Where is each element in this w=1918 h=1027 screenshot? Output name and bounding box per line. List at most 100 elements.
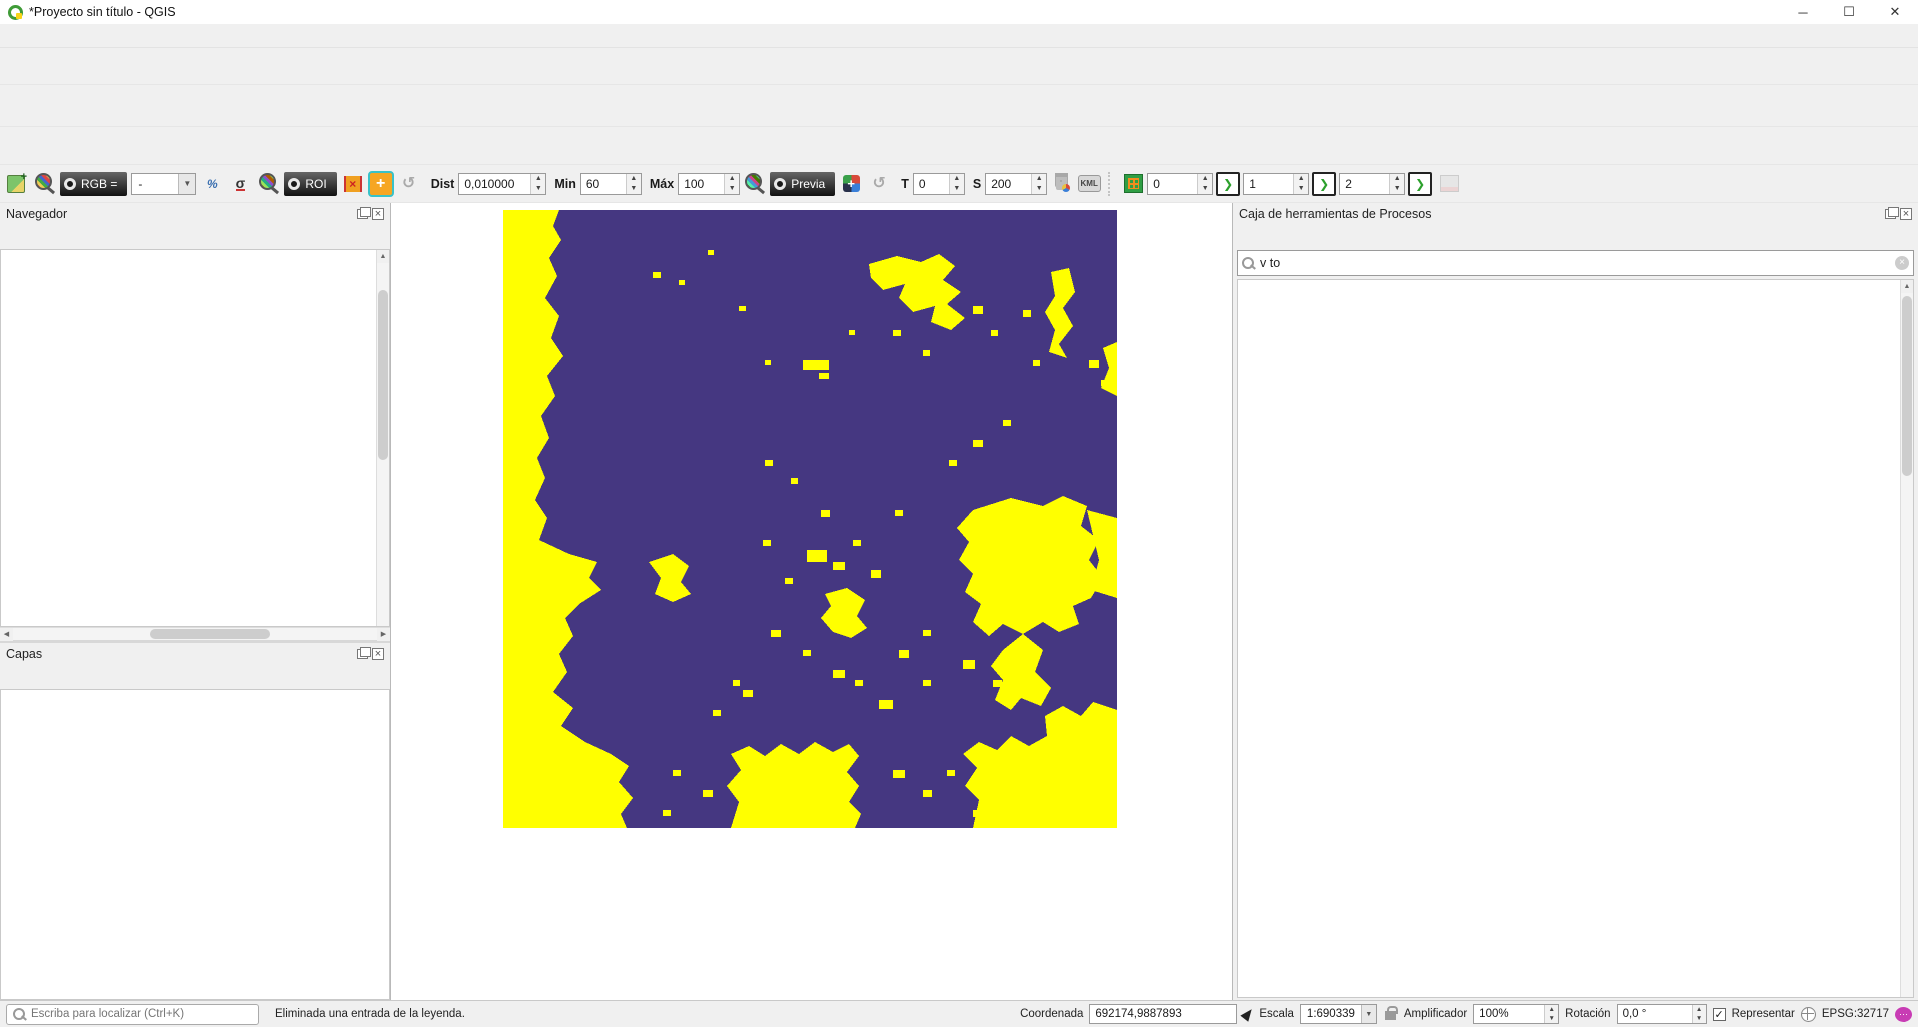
close-panel-icon[interactable]: × bbox=[1900, 208, 1912, 220]
crs-globe-icon[interactable] bbox=[1801, 1007, 1816, 1022]
scrollbar-thumb[interactable] bbox=[1902, 296, 1912, 476]
rotation-spinbox[interactable]: 0,0 °▲▼ bbox=[1617, 1004, 1707, 1024]
toolbar-separator bbox=[1108, 172, 1116, 196]
scp-roi-dot-icon bbox=[288, 178, 300, 190]
lock-scale-icon[interactable] bbox=[1385, 1011, 1396, 1020]
scp-previa-dot-icon bbox=[774, 178, 786, 190]
processing-vertical-scrollbar[interactable]: ▲ bbox=[1900, 280, 1913, 997]
scp-dist-spinbox[interactable]: 0,010000▲▼ bbox=[458, 173, 546, 195]
scp-bandset-grid-icon[interactable] bbox=[1120, 171, 1146, 196]
scp-kml-export-icon[interactable] bbox=[1076, 171, 1102, 196]
browser-toolbar bbox=[0, 225, 390, 249]
scp-add-roi-button[interactable]: + bbox=[368, 171, 394, 197]
scp-zoom-plus-icon[interactable] bbox=[255, 171, 281, 196]
status-message: Eliminada una entrada de la leyenda. bbox=[275, 1008, 1014, 1020]
float-panel-icon[interactable] bbox=[1885, 209, 1896, 219]
browser-tree: ▲ bbox=[0, 249, 390, 627]
coordinate-input[interactable]: 692174,9887893 bbox=[1089, 1004, 1237, 1024]
magnifier-label: Amplificador bbox=[1404, 1008, 1467, 1020]
processing-panel-title: Caja de herramientas de Procesos bbox=[1239, 207, 1431, 221]
scale-combo[interactable]: 1:690339▼ bbox=[1300, 1004, 1377, 1024]
rotation-label: Rotación bbox=[1565, 1008, 1610, 1020]
nubesras-raster-layer bbox=[503, 210, 1117, 828]
scp-band3-go-button[interactable]: ❯ bbox=[1408, 172, 1432, 196]
menu-bar bbox=[0, 24, 1918, 48]
toolbar-datasource-edit-labels bbox=[0, 85, 1918, 127]
scroll-up-icon[interactable]: ▲ bbox=[377, 250, 389, 263]
scp-redo-preview-icon: ↺ bbox=[866, 171, 892, 196]
chevron-down-icon: ▼ bbox=[1361, 1005, 1376, 1023]
scp-band1-spinbox[interactable]: 0▲▼ bbox=[1147, 173, 1213, 195]
scp-rgb-stretch-icon[interactable] bbox=[31, 171, 57, 196]
title-bar: *Proyecto sin título - QGIS ─ ☐ ✕ bbox=[0, 0, 1918, 24]
scp-band3-spinbox[interactable]: 2▲▼ bbox=[1339, 173, 1405, 195]
browser-vertical-scrollbar[interactable]: ▲ bbox=[376, 250, 389, 626]
toolbar-advanced-digitizing bbox=[0, 127, 1918, 165]
scp-delete-preview-icon[interactable] bbox=[1048, 171, 1074, 196]
coordinate-label: Coordenada bbox=[1020, 1008, 1083, 1020]
render-checkbox[interactable]: ✓ bbox=[1713, 1008, 1726, 1021]
window-controls: ─ ☐ ✕ bbox=[1780, 0, 1918, 24]
scp-undo-roi-icon: ↺ bbox=[396, 171, 422, 196]
processing-tree: ▲ bbox=[1237, 279, 1914, 998]
messages-icon[interactable]: ··· bbox=[1895, 1007, 1912, 1022]
layers-panel-title: Capas bbox=[6, 647, 42, 661]
close-panel-icon[interactable]: × bbox=[372, 208, 384, 220]
float-panel-icon[interactable] bbox=[357, 209, 368, 219]
scp-cumulative-stretch-icon[interactable]: % bbox=[199, 171, 225, 196]
locator-search-box[interactable] bbox=[6, 1004, 259, 1025]
scrollbar-thumb[interactable] bbox=[150, 629, 270, 639]
search-icon bbox=[1242, 257, 1254, 269]
scp-preview-classification-icon[interactable] bbox=[838, 171, 864, 196]
scp-t-spinbox[interactable]: 0▲▼ bbox=[913, 173, 965, 195]
scp-max-label: Máx bbox=[650, 177, 674, 191]
scp-band2-spinbox[interactable]: 1▲▼ bbox=[1243, 173, 1309, 195]
scp-s-spinbox[interactable]: 200▲▼ bbox=[985, 173, 1047, 195]
scp-t-label: T bbox=[901, 177, 909, 191]
map-canvas[interactable] bbox=[391, 203, 1232, 1000]
scp-rgb-combo[interactable]: -▼ bbox=[131, 173, 196, 195]
scp-rgb-dot-icon bbox=[64, 178, 76, 190]
chevron-down-icon: ▼ bbox=[178, 174, 195, 194]
qgis-window: *Proyecto sin título - QGIS ─ ☐ ✕ RGB = … bbox=[0, 0, 1918, 1027]
close-button[interactable]: ✕ bbox=[1872, 0, 1918, 24]
mouse-position-icon[interactable] bbox=[1241, 1006, 1256, 1022]
scroll-up-icon[interactable]: ▲ bbox=[1901, 280, 1913, 293]
layers-toolbar bbox=[0, 665, 390, 689]
scp-roi-polygon-icon[interactable] bbox=[340, 171, 366, 196]
left-panels: Navegador × ▲ ◀ ▶ bbox=[0, 203, 391, 1000]
minimize-button[interactable]: ─ bbox=[1780, 0, 1826, 24]
scp-band1-go-button[interactable]: ❯ bbox=[1216, 172, 1240, 196]
magnifier-spinbox[interactable]: 100%▲▼ bbox=[1473, 1004, 1559, 1024]
scp-max-spinbox[interactable]: 100▲▼ bbox=[678, 173, 740, 195]
scp-bandset-icon[interactable] bbox=[3, 171, 29, 196]
scroll-right-icon[interactable]: ▶ bbox=[377, 628, 390, 641]
clear-search-icon[interactable]: × bbox=[1895, 256, 1909, 270]
maximize-button[interactable]: ☐ bbox=[1826, 0, 1872, 24]
browser-panel-header: Navegador × bbox=[0, 203, 390, 225]
scp-min-spinbox[interactable]: 60▲▼ bbox=[580, 173, 642, 195]
main-area: Navegador × ▲ ◀ ▶ bbox=[0, 203, 1918, 1000]
scroll-left-icon[interactable]: ◀ bbox=[0, 628, 13, 641]
browser-panel: Navegador × ▲ ◀ ▶ bbox=[0, 203, 390, 643]
browser-horizontal-scrollbar[interactable]: ◀ ▶ bbox=[0, 627, 390, 640]
processing-search-box[interactable]: × bbox=[1237, 250, 1914, 276]
locator-input[interactable] bbox=[31, 1008, 252, 1020]
status-bar: Eliminada una entrada de la leyenda. Coo… bbox=[0, 1000, 1918, 1027]
scp-dist-label: Dist bbox=[431, 177, 455, 191]
scp-s-label: S bbox=[973, 177, 981, 191]
float-panel-icon[interactable] bbox=[357, 649, 368, 659]
close-panel-icon[interactable]: × bbox=[372, 648, 384, 660]
processing-search-input[interactable] bbox=[1260, 256, 1895, 270]
scrollbar-thumb[interactable] bbox=[378, 290, 388, 460]
search-icon bbox=[13, 1008, 25, 1020]
processing-panel: Caja de herramientas de Procesos × × ▲ bbox=[1232, 203, 1918, 1000]
scp-disabled-grid-icon bbox=[1436, 171, 1462, 196]
toolbar-file-nav bbox=[0, 48, 1918, 85]
window-title: *Proyecto sin título - QGIS bbox=[29, 5, 176, 19]
scp-band2-go-button[interactable]: ❯ bbox=[1312, 172, 1336, 196]
scp-stddev-stretch-icon[interactable]: σ bbox=[227, 171, 253, 196]
scp-preview-zoom-icon[interactable] bbox=[741, 171, 767, 196]
scp-roi-pill: ROI bbox=[284, 172, 336, 196]
processing-toolbar bbox=[1233, 225, 1918, 249]
